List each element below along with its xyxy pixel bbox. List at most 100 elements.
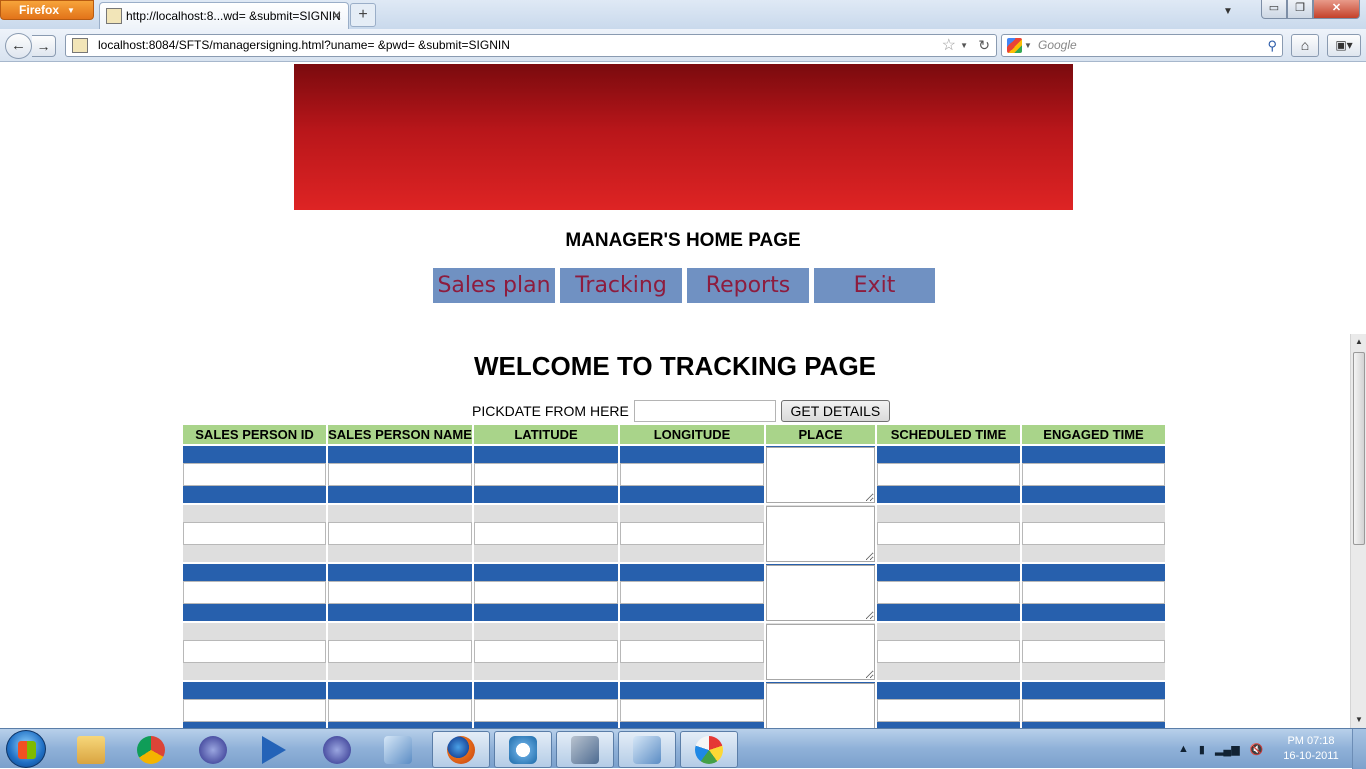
media-player-icon[interactable]	[245, 731, 303, 768]
table-cell	[183, 446, 326, 503]
table-cell	[877, 623, 1020, 680]
place-textarea[interactable]	[766, 446, 875, 503]
latitude-field[interactable]	[474, 699, 618, 722]
menu-item-tracking[interactable]: Tracking	[560, 268, 682, 303]
close-window-button[interactable]: ✕	[1313, 0, 1360, 19]
outlook-tool-icon[interactable]	[556, 731, 614, 768]
longitude-field[interactable]	[620, 699, 764, 722]
tab-close-icon[interactable]: ✕	[331, 8, 342, 24]
sales-person-name-field[interactable]	[328, 463, 472, 486]
history-dropdown-icon[interactable]: ▼	[960, 35, 968, 56]
sales-person-name-field[interactable]	[328, 640, 472, 663]
longitude-field[interactable]	[620, 522, 764, 545]
scheduled-time-field[interactable]	[877, 699, 1020, 722]
engaged-time-field[interactable]	[1022, 581, 1165, 604]
header-banner	[294, 64, 1073, 210]
menu-item-sales-plan[interactable]: Sales plan	[433, 268, 555, 303]
app-installer-icon[interactable]	[494, 731, 552, 768]
table-cell	[877, 446, 1020, 503]
place-textarea[interactable]	[766, 682, 875, 728]
minimize-button[interactable]: ▭	[1261, 0, 1287, 19]
place-textarea[interactable]	[766, 564, 875, 621]
battery-icon[interactable]: ▮	[1199, 743, 1205, 756]
sales-person-id-field[interactable]	[183, 699, 326, 722]
system-clock[interactable]: PM 07:18 16-10-2011	[1280, 734, 1342, 764]
eclipse-2-icon[interactable]	[308, 731, 366, 768]
scheduled-time-field[interactable]	[877, 463, 1020, 486]
pickdate-input[interactable]	[633, 400, 776, 422]
show-desktop-button[interactable]	[1352, 729, 1366, 769]
virtualbox-icon[interactable]	[369, 731, 427, 768]
latitude-field[interactable]	[474, 463, 618, 486]
sales-person-id-field[interactable]	[183, 463, 326, 486]
browser-tab[interactable]: http://localhost:8...wd= &submit=SIGNIN …	[99, 2, 349, 29]
sales-person-id-field[interactable]	[183, 581, 326, 604]
scrollbar-thumb[interactable]	[1353, 352, 1365, 545]
virtualbox-2-icon[interactable]	[618, 731, 676, 768]
chrome-icon[interactable]	[122, 731, 180, 768]
palette-icon	[695, 735, 723, 764]
table-cell	[328, 505, 472, 562]
table-cell	[620, 564, 764, 621]
volume-muted-icon[interactable]: 🔇	[1250, 743, 1264, 756]
start-button[interactable]	[6, 730, 46, 768]
search-icon[interactable]: ⚲	[1267, 35, 1277, 56]
tracking-table: SALES PERSON ID SALES PERSON NAME LATITU…	[181, 423, 1167, 728]
address-bar[interactable]: localhost:8084/SFTS/managersigning.html?…	[65, 34, 997, 57]
back-button[interactable]: ←	[5, 33, 32, 59]
menu-item-exit[interactable]: Exit	[814, 268, 935, 303]
get-details-button[interactable]: GET DETAILS	[780, 400, 890, 422]
sales-person-name-field[interactable]	[328, 699, 472, 722]
explorer-icon[interactable]	[62, 731, 120, 768]
latitude-field[interactable]	[474, 581, 618, 604]
sales-person-name-field[interactable]	[328, 522, 472, 545]
engaged-time-field[interactable]	[1022, 699, 1165, 722]
table-cell	[620, 682, 764, 728]
table-cell	[620, 505, 764, 562]
new-tab-button[interactable]: +	[350, 3, 376, 27]
maximize-button[interactable]: ❐	[1287, 0, 1313, 19]
reload-icon[interactable]: ↻	[978, 35, 990, 56]
signal-icon[interactable]: ▂▄▆	[1215, 743, 1240, 756]
header-scheduled-time: SCHEDULED TIME	[877, 425, 1020, 444]
windows-taskbar: ▲ ▮ ▂▄▆ 🔇 PM 07:18 16-10-2011	[0, 728, 1366, 769]
tab-title: http://localhost:8...wd= &submit=SIGNIN	[126, 9, 341, 23]
scheduled-time-field[interactable]	[877, 522, 1020, 545]
scheduled-time-field[interactable]	[877, 640, 1020, 663]
firefox-menu-button[interactable]: Firefox ▼	[0, 0, 94, 20]
longitude-field[interactable]	[620, 581, 764, 604]
bookmarks-menu-button[interactable]: ▣▾	[1327, 34, 1361, 57]
eclipse-icon[interactable]	[184, 731, 242, 768]
google-icon[interactable]	[1007, 38, 1022, 53]
latitude-field[interactable]	[474, 522, 618, 545]
longitude-field[interactable]	[620, 463, 764, 486]
bookmark-star-icon[interactable]: ☆	[942, 35, 956, 56]
paint-icon[interactable]	[680, 731, 738, 768]
engaged-time-field[interactable]	[1022, 640, 1165, 663]
place-textarea[interactable]	[766, 623, 875, 680]
table-header-row: SALES PERSON ID SALES PERSON NAME LATITU…	[183, 425, 1165, 444]
latitude-field[interactable]	[474, 640, 618, 663]
home-button[interactable]: ⌂	[1291, 34, 1319, 57]
list-all-tabs-icon[interactable]: ▼	[1223, 6, 1233, 17]
site-identity-icon[interactable]	[72, 38, 88, 53]
play-icon	[262, 735, 286, 764]
scroll-down-icon[interactable]: ▼	[1351, 712, 1366, 728]
menu-item-reports[interactable]: Reports	[687, 268, 809, 303]
longitude-field[interactable]	[620, 640, 764, 663]
engaged-time-field[interactable]	[1022, 522, 1165, 545]
scheduled-time-field[interactable]	[877, 581, 1020, 604]
sales-person-id-field[interactable]	[183, 640, 326, 663]
place-textarea[interactable]	[766, 505, 875, 562]
sales-person-name-field[interactable]	[328, 581, 472, 604]
table-row	[183, 446, 1165, 503]
engaged-time-field[interactable]	[1022, 463, 1165, 486]
search-box[interactable]: ▼ Google ⚲	[1001, 34, 1283, 57]
sales-person-id-field[interactable]	[183, 522, 326, 545]
firefox-taskbar-icon[interactable]	[432, 731, 490, 768]
vertical-scrollbar[interactable]: ▲ ▼	[1350, 334, 1366, 728]
forward-button[interactable]: →	[32, 35, 56, 57]
scroll-up-icon[interactable]: ▲	[1351, 334, 1366, 350]
show-hidden-icons-icon[interactable]: ▲	[1178, 743, 1189, 755]
search-engine-dropdown-icon[interactable]: ▼	[1024, 35, 1032, 56]
